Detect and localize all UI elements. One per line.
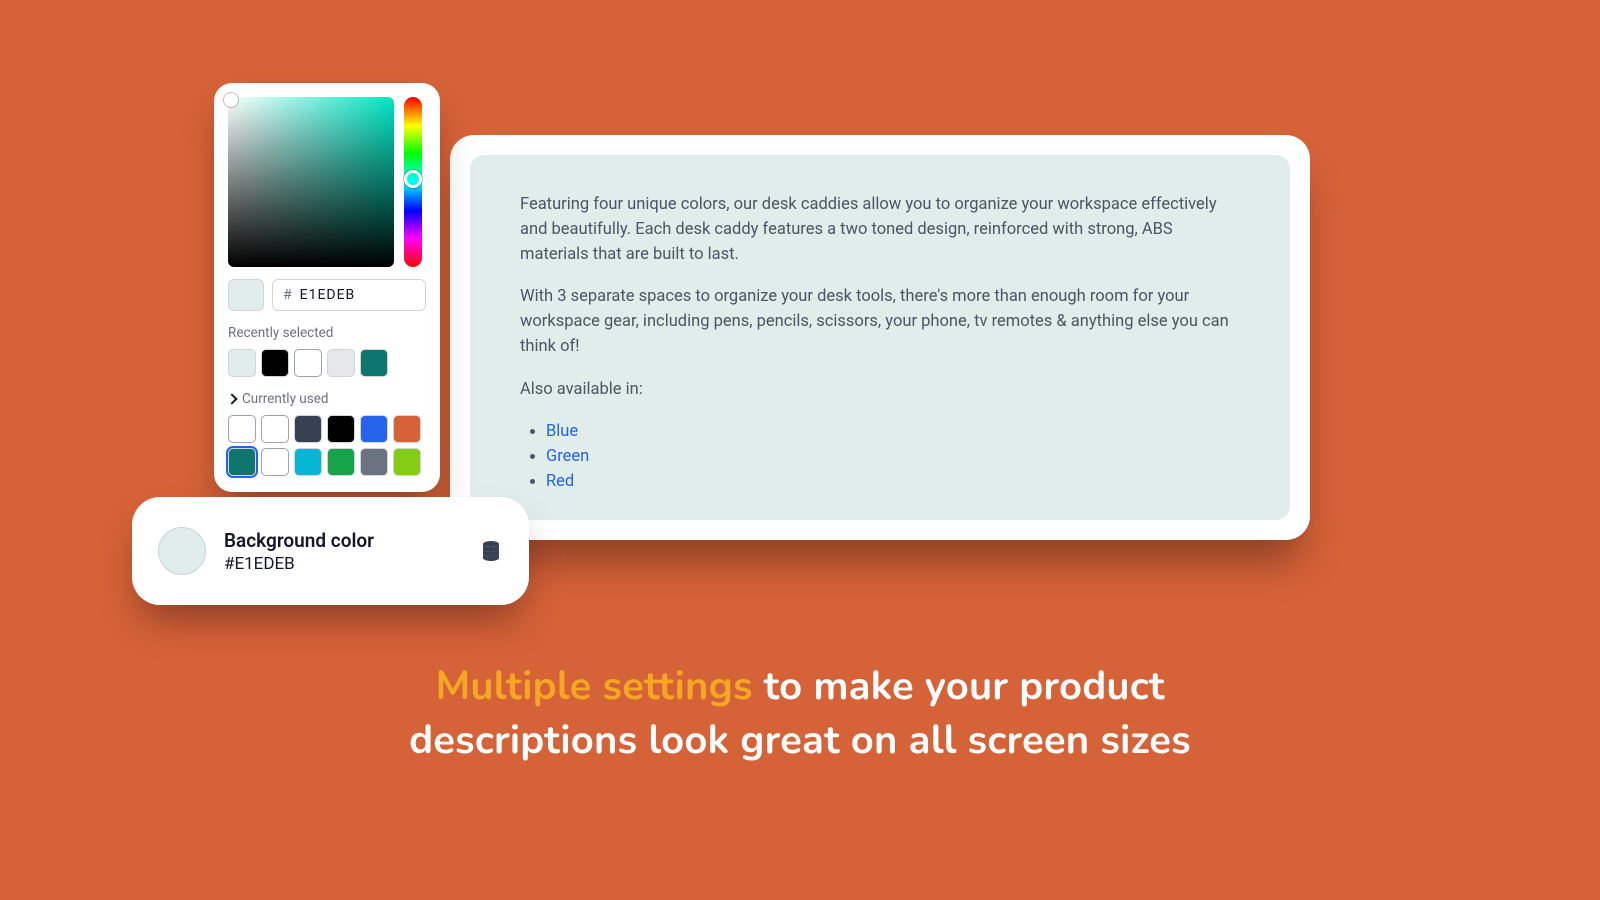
preview-paragraph-2: With 3 separate spaces to organize your …: [520, 285, 1240, 359]
hex-input[interactable]: [300, 287, 415, 303]
current-swatch[interactable]: [228, 415, 256, 443]
preview-also-label: Also available in:: [520, 378, 1240, 403]
currently-used-row: [228, 415, 426, 476]
hex-hash: #: [283, 287, 292, 303]
preview-link-green[interactable]: Green: [546, 447, 589, 466]
current-swatch[interactable]: [261, 415, 289, 443]
saturation-cursor[interactable]: [224, 93, 238, 107]
current-swatch[interactable]: [393, 448, 421, 476]
description-preview-card: Featuring four unique colors, our desk c…: [450, 135, 1310, 540]
current-swatch[interactable]: [294, 448, 322, 476]
hex-input-wrapper[interactable]: #: [272, 279, 426, 311]
tagline-line2: descriptions look great on all screen si…: [0, 714, 1600, 768]
currently-used-label[interactable]: Currently used: [228, 391, 426, 407]
preview-paragraph-1: Featuring four unique colors, our desk c…: [520, 193, 1240, 267]
current-swatch[interactable]: [360, 448, 388, 476]
current-swatch[interactable]: [327, 415, 355, 443]
preview-link-red[interactable]: Red: [546, 472, 574, 491]
current-swatch[interactable]: [294, 415, 322, 443]
color-picker-panel: # Recently selected Currently used: [214, 83, 440, 492]
setting-value: #E1EDEB: [224, 554, 461, 574]
recent-swatch[interactable]: [327, 349, 355, 377]
chevron-right-icon: [226, 393, 237, 404]
recent-swatch[interactable]: [228, 349, 256, 377]
preview-link-list: Blue Green Red: [546, 420, 1240, 494]
marketing-tagline: Multiple settings to make your product d…: [0, 660, 1600, 768]
current-swatch[interactable]: [228, 448, 256, 476]
tagline-highlight: Multiple settings: [435, 660, 752, 714]
recent-swatch[interactable]: [294, 349, 322, 377]
recently-selected-row: [228, 349, 426, 377]
database-icon[interactable]: [479, 539, 503, 563]
recent-swatch[interactable]: [261, 349, 289, 377]
current-swatch[interactable]: [261, 448, 289, 476]
description-preview: Featuring four unique colors, our desk c…: [470, 155, 1290, 520]
current-swatch[interactable]: [360, 415, 388, 443]
recent-swatch[interactable]: [360, 349, 388, 377]
current-color-swatch: [228, 279, 264, 311]
preview-link-blue[interactable]: Blue: [546, 422, 578, 441]
tagline-line1-rest: to make your product: [753, 660, 1165, 714]
recently-selected-label: Recently selected: [228, 325, 426, 341]
currently-used-text: Currently used: [242, 391, 328, 407]
background-color-setting[interactable]: Background color #E1EDEB: [132, 497, 529, 605]
current-swatch[interactable]: [327, 448, 355, 476]
current-swatch[interactable]: [393, 415, 421, 443]
saturation-field[interactable]: [228, 97, 394, 267]
hue-slider-thumb[interactable]: [404, 170, 422, 188]
hue-slider[interactable]: [404, 97, 422, 267]
setting-title: Background color: [224, 529, 461, 552]
setting-color-swatch: [158, 527, 206, 575]
